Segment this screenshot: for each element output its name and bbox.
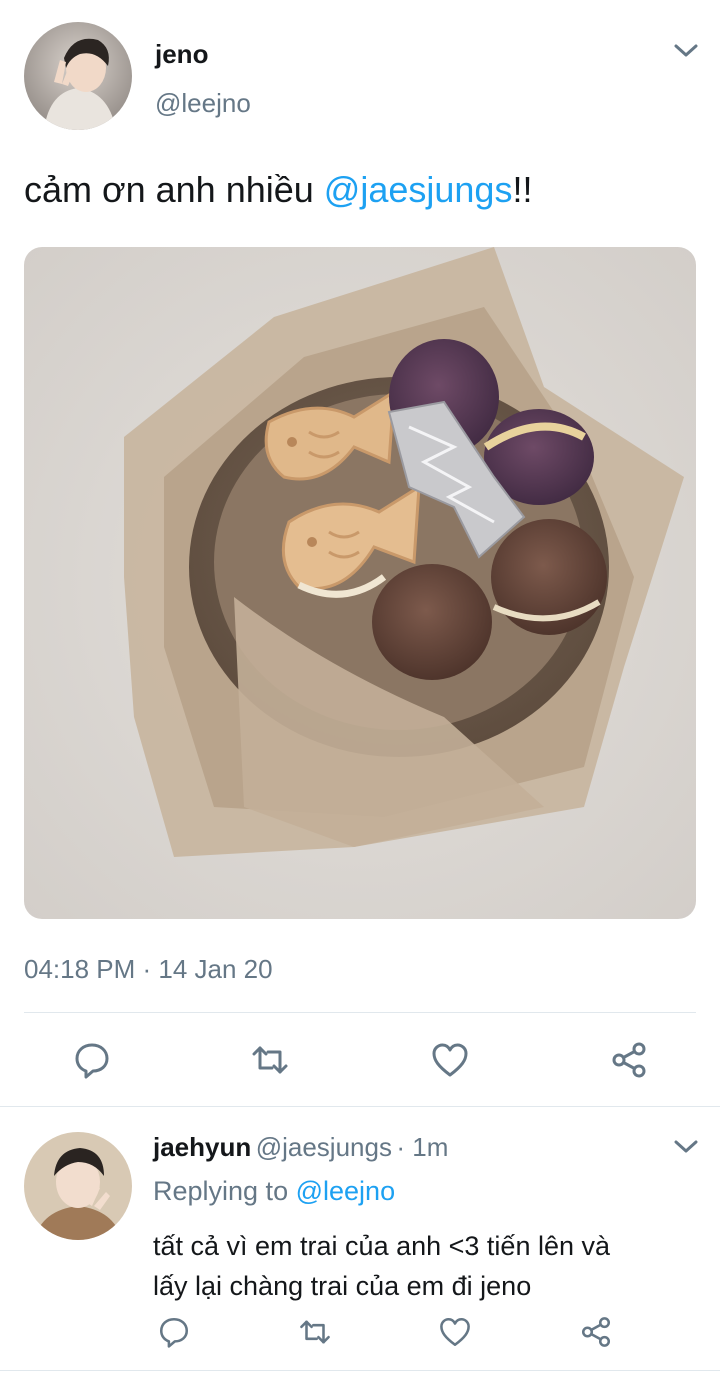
reply-text-line: tất cả vì em trai của anh <3 tiến lên và (153, 1231, 611, 1261)
author-handle[interactable]: @jaesjungs (256, 1132, 392, 1162)
retweet-icon (300, 1320, 330, 1344)
reply-icon (75, 1043, 109, 1079)
heart-icon (440, 1317, 470, 1347)
avatar[interactable] (24, 1132, 132, 1240)
author-handle[interactable]: @leejno (155, 88, 251, 119)
reply-icon (159, 1317, 189, 1348)
tweet-photo[interactable] (24, 247, 696, 919)
reply-button[interactable] (152, 1310, 196, 1354)
retweet-button[interactable] (293, 1310, 337, 1354)
chevron-down-icon[interactable] (668, 38, 704, 67)
retweet-icon (252, 1046, 288, 1074)
share-button[interactable] (574, 1310, 618, 1354)
author-name[interactable]: jeno (155, 39, 208, 70)
retweet-button[interactable] (248, 1038, 292, 1082)
like-button[interactable] (433, 1310, 477, 1354)
author-name[interactable]: jaehyun (153, 1132, 251, 1162)
mention-link[interactable]: @jaesjungs (324, 169, 513, 210)
tweet-text-suffix: !! (512, 169, 533, 210)
share-button[interactable] (607, 1038, 651, 1082)
reply-button[interactable] (70, 1038, 114, 1082)
avatar[interactable] (24, 22, 132, 130)
tweet-text: cảm ơn anh nhiều @jaesjungs!! (24, 168, 532, 212)
tweet-text-body: cảm ơn anh nhiều (24, 169, 324, 210)
reply-text: tất cả vì em trai của anh <3 tiến lên và… (153, 1226, 610, 1306)
divider (24, 1012, 696, 1013)
share-icon (612, 1042, 646, 1078)
like-button[interactable] (428, 1038, 472, 1082)
reply-header: jaehyun @jaesjungs · 1m (153, 1132, 448, 1163)
heart-icon (432, 1043, 468, 1077)
chevron-down-icon[interactable] (668, 1134, 704, 1163)
replying-to-link[interactable]: @leejno (296, 1176, 395, 1206)
bottom-divider (0, 1370, 720, 1371)
reply-text-line: lấy lại chàng trai của em đi jeno (153, 1271, 532, 1301)
section-divider (0, 1106, 720, 1107)
tweet-timestamp[interactable]: 04:18 PM · 14 Jan 20 (24, 954, 273, 985)
replying-to: Replying to @leejno (153, 1176, 395, 1207)
replying-label: Replying to (153, 1176, 289, 1206)
share-icon (581, 1317, 611, 1347)
reply-time: · 1m (396, 1132, 449, 1162)
